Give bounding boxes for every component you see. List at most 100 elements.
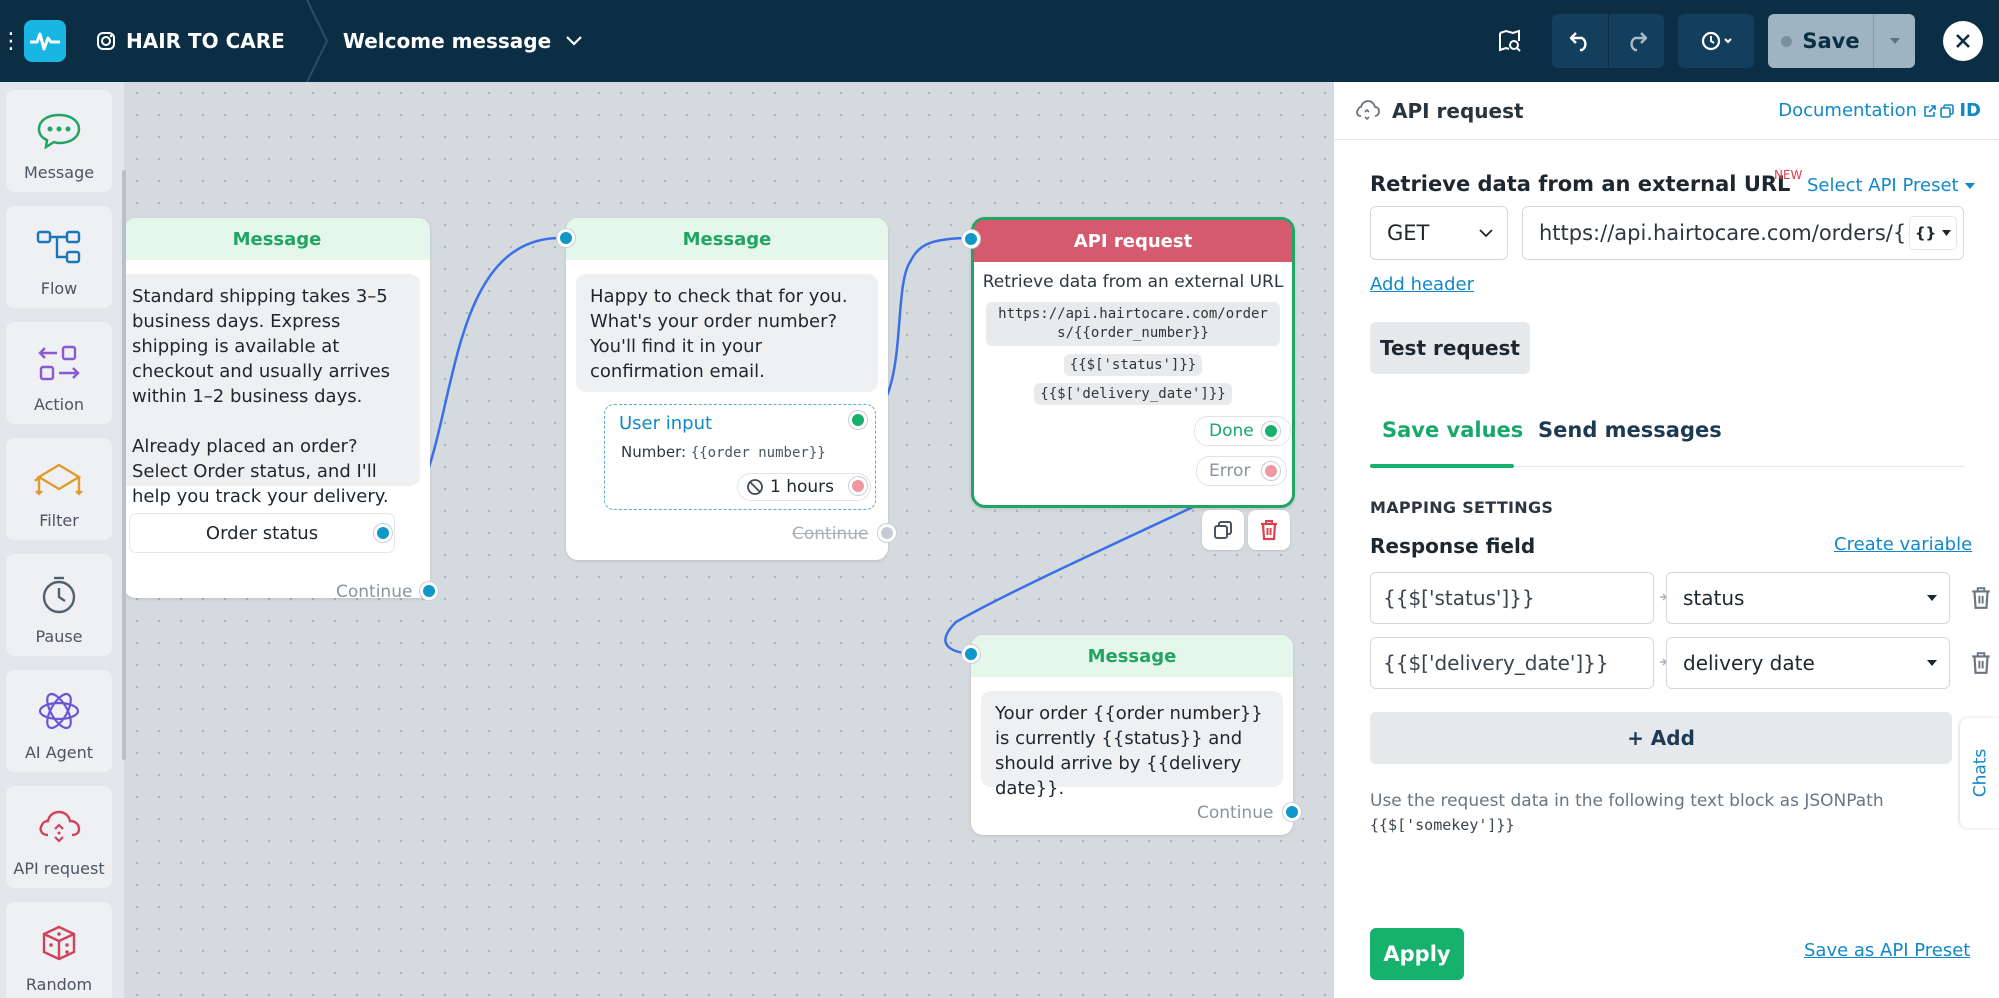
node-title: Message [126, 218, 430, 260]
copy-id-button[interactable]: ID [1939, 100, 1981, 121]
save-as-preset-link[interactable]: Save as API Preset [1804, 940, 1970, 961]
create-variable-link[interactable]: Create variable [1834, 534, 1972, 555]
save-button-group: Save [1768, 14, 1915, 68]
http-method-value: GET [1387, 221, 1430, 245]
trash-icon[interactable] [1970, 651, 1992, 675]
timeout-label: 1 hours [770, 477, 835, 497]
delete-node-button[interactable] [1248, 510, 1290, 550]
message-bubble[interactable]: Happy to check that for you. What's your… [576, 274, 878, 392]
trash-icon[interactable] [1970, 586, 1992, 610]
palette-label: Flow [40, 279, 78, 298]
continue-output-port[interactable] [420, 582, 438, 600]
duplicate-node-button[interactable] [1202, 510, 1244, 550]
input-port[interactable] [557, 229, 575, 247]
user-input-field: Number: {{order number}} [621, 443, 826, 461]
palette-item-pause[interactable]: Pause [6, 554, 112, 656]
brand-selector[interactable]: HAIR TO CARE [96, 0, 305, 82]
variable-select[interactable]: status [1666, 572, 1950, 624]
add-header-link[interactable]: Add header [1370, 274, 1474, 295]
save-options-button[interactable] [1873, 14, 1915, 68]
history-icon [1701, 31, 1732, 51]
message-node-3[interactable]: Message Your order {{order number}} is c… [962, 635, 1301, 835]
done-label: Done [1209, 421, 1254, 441]
brand-name: HAIR TO CARE [126, 29, 285, 53]
block-palette: Message Flow Action Filter Pause AI Agen… [0, 82, 126, 998]
done-output-port[interactable] [1262, 422, 1280, 440]
user-input-block[interactable]: User input Number: {{order number}} 1 ho… [604, 404, 876, 510]
active-tab-indicator [1370, 464, 1514, 468]
palette-item-random[interactable]: Random [6, 902, 112, 998]
api-request-icon [39, 810, 81, 843]
button-output-port[interactable] [374, 524, 392, 542]
message-bubble[interactable]: Standard shipping takes 3–5 business day… [126, 274, 420, 507]
undo-button[interactable] [1552, 14, 1608, 68]
history-button[interactable] [1678, 14, 1754, 68]
palette-label: Random [25, 975, 93, 994]
copy-icon [1214, 521, 1232, 539]
tab-save-values[interactable]: Save values [1382, 418, 1523, 442]
timeout-output-port[interactable] [849, 477, 867, 495]
order-status-button[interactable]: Order status [130, 514, 394, 552]
palette-item-action[interactable]: Action [6, 322, 112, 424]
response-path-input[interactable]: {{$['status']}} [1370, 572, 1654, 624]
request-heading: Retrieve data from an external URL [1370, 172, 1791, 196]
id-label: ID [1959, 100, 1981, 121]
preview-button[interactable] [1482, 14, 1538, 68]
message-node-2[interactable]: Message Happy to check that for you. Wha… [557, 218, 896, 560]
url-value: https://api.hairtocare.com/orders/{{orde… [1539, 221, 1909, 245]
pause-icon [42, 576, 76, 613]
url-input[interactable]: https://api.hairtocare.com/orders/{{orde… [1522, 206, 1964, 260]
palette-item-message[interactable]: Message [6, 90, 112, 192]
api-url: https://api.hairtocare.com/orders/{{orde… [986, 302, 1280, 346]
variable-select[interactable]: delivery date [1666, 637, 1950, 689]
palette-item-filter[interactable]: Filter [6, 438, 112, 540]
error-output-port[interactable] [1262, 462, 1280, 480]
error-label: Error [1209, 461, 1251, 481]
close-icon [1956, 34, 1970, 48]
continue-output-port[interactable] [878, 524, 896, 542]
add-mapping-button[interactable]: + Add [1370, 712, 1952, 764]
node-title: Message [971, 635, 1293, 677]
palette-label: API request [13, 859, 105, 878]
chats-side-tab[interactable]: Chats [1960, 718, 1999, 828]
node-title: Message [566, 218, 888, 260]
api-request-node[interactable]: API request Retrieve data from an extern… [962, 217, 1295, 508]
continue-label: Continue [792, 524, 869, 544]
http-method-select[interactable]: GET [1370, 206, 1508, 260]
response-path-input[interactable]: {{$['delivery_date']}} [1370, 637, 1654, 689]
insert-variable-button[interactable]: {} [1909, 216, 1957, 250]
more-menu-icon[interactable]: ⋮ [0, 29, 22, 54]
caret-down-icon [1927, 595, 1937, 601]
message-bubble[interactable]: Your order {{order number}} is currently… [981, 691, 1283, 799]
panel-header: API request Documentation ID [1334, 82, 1999, 140]
palette-item-flow[interactable]: Flow [6, 206, 112, 308]
undo-icon [1569, 32, 1587, 52]
input-port[interactable] [962, 645, 980, 663]
app-logo-icon[interactable] [24, 20, 66, 62]
palette-label: Filter [39, 511, 79, 530]
test-request-button[interactable]: Test request [1370, 322, 1530, 374]
chevron-down-icon [1479, 228, 1493, 237]
response-field-label: Response field [1370, 534, 1536, 558]
documentation-link[interactable]: Documentation [1778, 100, 1937, 121]
flow-canvas[interactable]: Message Standard shipping takes 3–5 busi… [126, 82, 1333, 998]
flow-name-selector[interactable]: Welcome message [343, 29, 583, 53]
redo-button[interactable] [1608, 14, 1664, 68]
input-port[interactable] [962, 230, 980, 248]
top-bar: ⋮ HAIR TO CARE Welcome message Save [0, 0, 1999, 82]
tab-send-messages[interactable]: Send messages [1538, 418, 1722, 442]
select-api-preset[interactable]: Select API Preset [1807, 175, 1975, 196]
save-button[interactable]: Save [1768, 14, 1873, 68]
close-button[interactable] [1943, 21, 1983, 61]
message-text: Already placed an order? Select Order st… [132, 436, 389, 507]
breadcrumb-separator-icon [305, 0, 328, 82]
apply-button[interactable]: Apply [1370, 928, 1464, 980]
caret-down-icon [1942, 230, 1952, 236]
continue-output-port[interactable] [1283, 803, 1301, 821]
message-node-1[interactable]: Message Standard shipping takes 3–5 busi… [126, 218, 438, 602]
continue-label: Continue [336, 582, 413, 602]
palette-item-ai-agent[interactable]: AI Agent [6, 670, 112, 772]
palette-item-api-request[interactable]: API request [6, 786, 112, 888]
user-input-output-port[interactable] [849, 411, 867, 429]
api-var-row: {{$['delivery_date']}} [974, 383, 1292, 405]
